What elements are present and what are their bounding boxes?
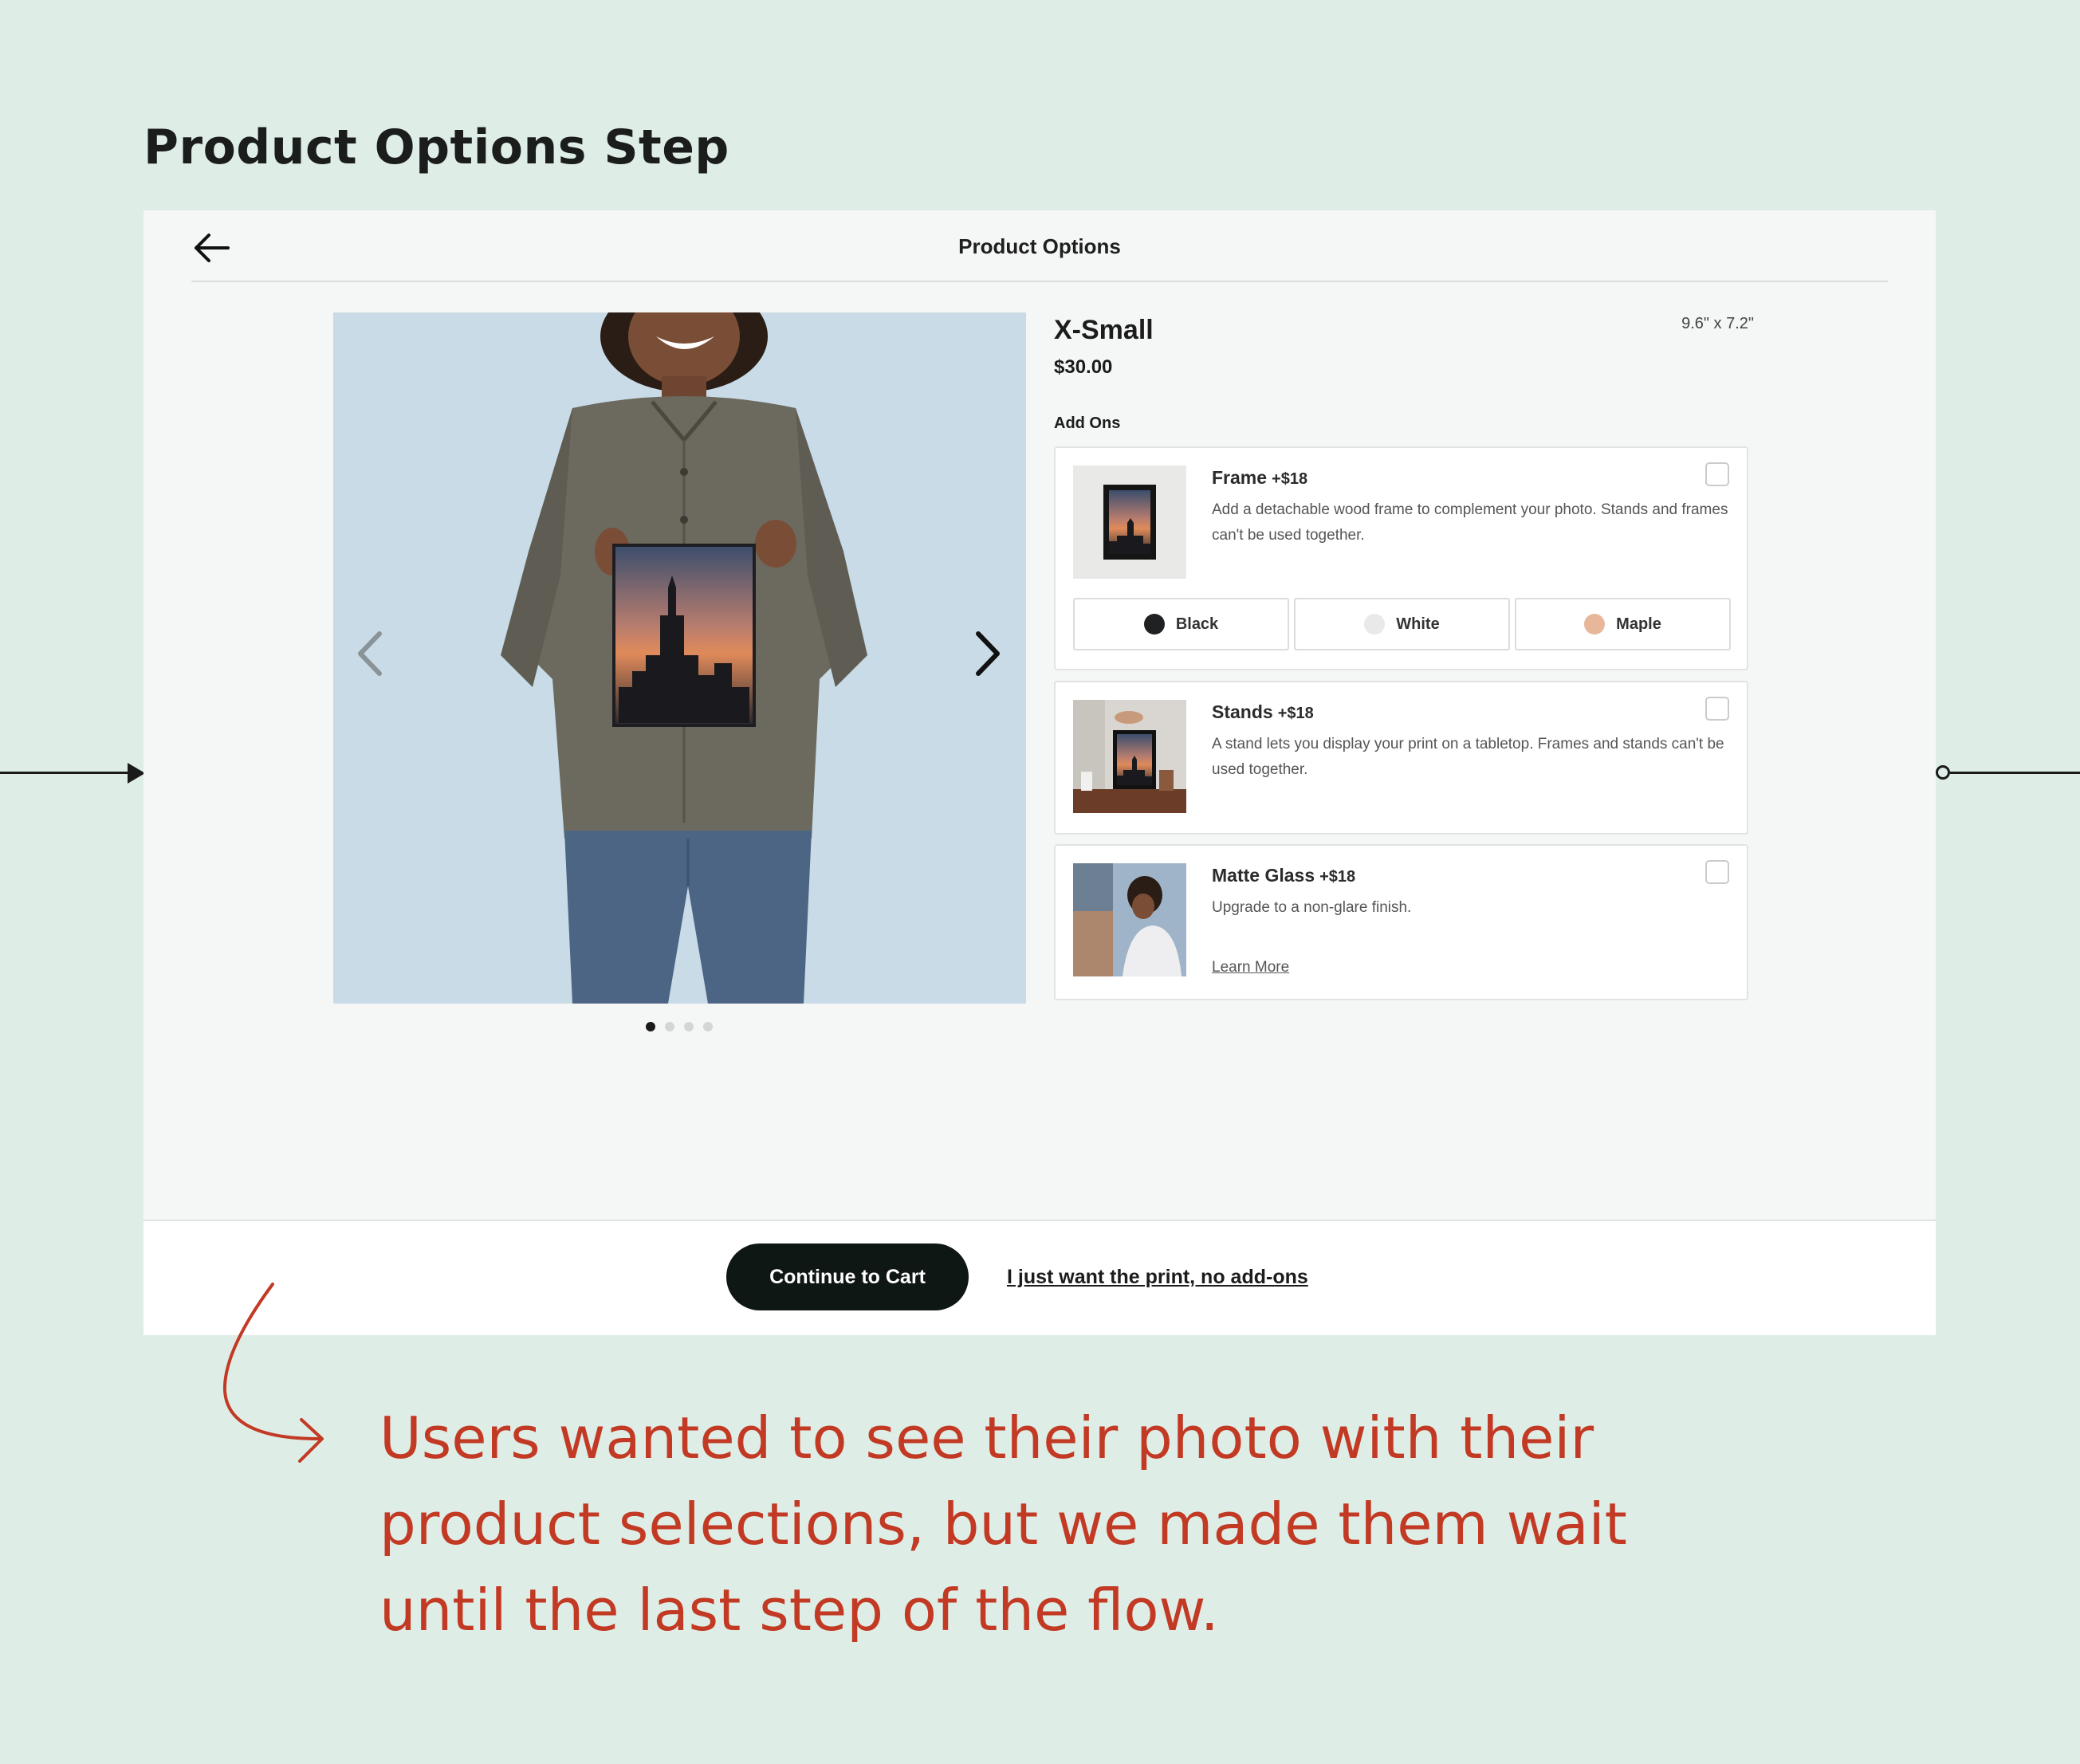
flow-connector-node — [1936, 765, 1950, 780]
addon-checkbox-frame[interactable] — [1705, 462, 1729, 486]
color-swatch-icon — [1143, 614, 1165, 634]
learn-more-link[interactable]: Learn More — [1212, 959, 1289, 976]
carousel-dot[interactable] — [665, 1022, 674, 1031]
swatch-label: Black — [1175, 615, 1219, 633]
frame-color-black[interactable]: Black — [1073, 598, 1289, 650]
addon-name: Matte Glass — [1212, 865, 1315, 886]
swatch-label: White — [1396, 615, 1440, 633]
addon-description: Add a detachable wood frame to complemen… — [1212, 501, 1728, 544]
stands-thumbnail — [1073, 700, 1186, 813]
curved-arrow-icon — [222, 1283, 324, 1463]
screen-title: Product Options — [958, 234, 1121, 258]
chevron-right-icon — [976, 631, 1000, 676]
color-swatch-icon — [1584, 614, 1606, 634]
addon-checkbox-matte-glass[interactable] — [1705, 860, 1729, 884]
addon-price: +$18 — [1319, 868, 1356, 886]
skip-addons-link[interactable]: I just want the print, no add-ons — [1007, 1266, 1308, 1289]
addon-title: Frame +$18 — [1212, 467, 1307, 489]
addon-checkbox-stands[interactable] — [1705, 697, 1729, 721]
addon-description: A stand lets you display your print on a… — [1212, 736, 1724, 778]
bottom-action-bar: Continue to Cart I just want the print, … — [144, 1220, 1936, 1335]
addon-card-frame: Frame +$18 Add a detachable wood frame to… — [1054, 446, 1748, 670]
top-bar: Product Options — [191, 210, 1888, 282]
addon-title: Stands +$18 — [1212, 701, 1314, 723]
addon-description: Upgrade to a non-glare finish. — [1212, 899, 1412, 916]
product-options-screen: Product Options X-Small 9.6" x 7.2" $30.… — [144, 210, 1936, 1335]
flow-connector-in — [0, 772, 134, 774]
person-holding-print-image — [333, 312, 1026, 1004]
carousel-next-button[interactable] — [969, 626, 1009, 682]
color-swatch-icon — [1364, 614, 1386, 634]
frame-color-maple[interactable]: Maple — [1515, 598, 1731, 650]
page-heading: Product Options Step — [144, 120, 729, 175]
carousel-dots — [646, 1022, 713, 1031]
product-size: X-Small — [1054, 315, 1154, 345]
product-price: $30.00 — [1054, 356, 1113, 378]
addon-price: +$18 — [1272, 470, 1308, 488]
frame-color-white[interactable]: White — [1294, 598, 1510, 650]
addon-card-stands: Stands +$18 A stand lets you display your… — [1054, 681, 1748, 835]
product-dimensions: 9.6" x 7.2" — [1681, 315, 1754, 332]
swatch-label: Maple — [1616, 615, 1661, 633]
flow-connector-out — [1950, 772, 2080, 774]
product-photo — [333, 312, 1026, 1004]
addon-name: Frame — [1212, 467, 1268, 488]
addon-title: Matte Glass +$18 — [1212, 865, 1355, 886]
continue-to-cart-button[interactable]: Continue to Cart — [726, 1243, 969, 1310]
addon-card-matte-glass: Matte Glass +$18 Upgrade to a non-glare f… — [1054, 844, 1748, 1000]
matte-glass-thumbnail — [1073, 863, 1186, 976]
addons-heading: Add Ons — [1054, 414, 1121, 432]
frame-color-options: Black White Maple — [1073, 598, 1731, 650]
chevron-left-icon — [358, 631, 382, 676]
carousel-dot[interactable] — [703, 1022, 713, 1031]
annotation-text: Users wanted to see their photo with the… — [379, 1405, 1627, 1644]
addon-price: +$18 — [1277, 705, 1314, 722]
flow-arrow-icon — [128, 763, 145, 784]
carousel-dot[interactable] — [646, 1022, 655, 1031]
frame-thumbnail — [1073, 466, 1186, 579]
carousel-prev-button[interactable] — [349, 626, 389, 682]
addon-name: Stands — [1212, 701, 1273, 722]
carousel-dot[interactable] — [684, 1022, 694, 1031]
